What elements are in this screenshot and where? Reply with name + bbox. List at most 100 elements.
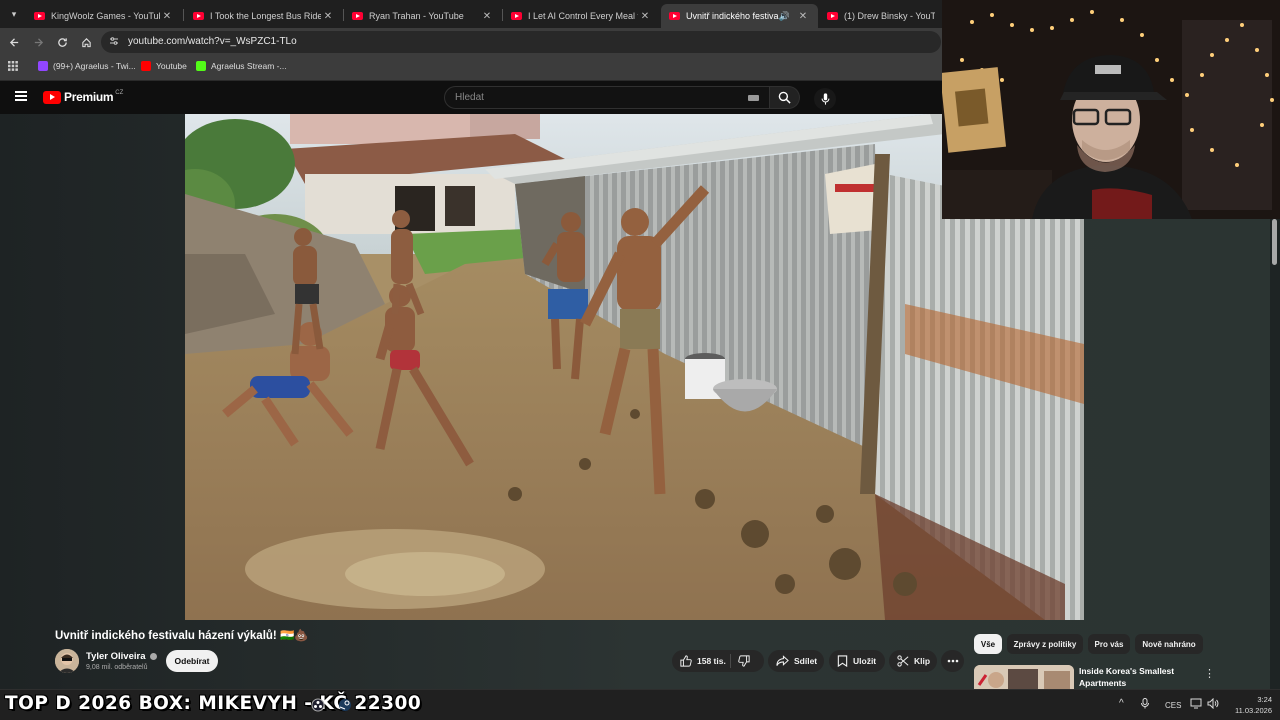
voice-search-button[interactable]: [814, 88, 836, 110]
bookmark-label: (99+) Agraelus - Twi...: [53, 61, 136, 71]
more-horizontal-icon: [947, 659, 958, 663]
tray-chevron-up-icon[interactable]: ^: [1119, 698, 1124, 709]
bookmark-label: Agraelus Stream -...: [211, 61, 287, 71]
tab-title: Uvnitř indického festivalu h...: [686, 11, 779, 21]
clip-button[interactable]: Klip: [889, 650, 937, 672]
logo-wordmark: Premium: [64, 90, 114, 104]
search-icon: [778, 91, 791, 104]
tab-close-icon[interactable]: ✕: [638, 11, 652, 22]
tab-active-video[interactable]: Uvnitř indického festivalu h... 🔊 ✕: [661, 4, 818, 28]
more-actions-button[interactable]: [941, 650, 964, 672]
bookmark-twitch[interactable]: (99+) Agraelus - Twi...: [38, 61, 136, 71]
youtube-header: Premium CZ: [0, 81, 942, 114]
youtube-favicon-icon: [511, 12, 522, 20]
webcam-frame: [942, 0, 1280, 219]
page-scrollbar[interactable]: [1270, 219, 1280, 689]
share-label: Sdílet: [794, 656, 818, 666]
tab-kingwoolz[interactable]: KingWoolz Games - YouTube ✕: [26, 4, 182, 28]
keyboard-icon[interactable]: [748, 95, 759, 101]
clock-date: 11.03.2026: [1235, 706, 1272, 715]
search-button[interactable]: [770, 86, 800, 109]
clock-time: 3:24: [1257, 695, 1272, 704]
volume-icon[interactable]: [1207, 697, 1219, 711]
microphone-tray-icon[interactable]: [1141, 698, 1149, 711]
tab-search-button[interactable]: ▾: [5, 5, 23, 23]
reload-icon[interactable]: [53, 33, 71, 51]
video-title: Uvnitř indického festivalu házení výkalů…: [55, 630, 309, 642]
save-label: Uložit: [853, 656, 877, 666]
chip-recently-uploaded[interactable]: Nově nahráno: [1135, 634, 1203, 654]
logo-region: CZ: [115, 90, 124, 96]
youtube-favicon-icon: [352, 12, 363, 20]
recommendation-menu-icon[interactable]: ⋮: [1204, 667, 1215, 680]
like-button[interactable]: 158 tis.: [680, 655, 726, 667]
forward-arrow-icon[interactable]: [29, 33, 47, 51]
recommendation-thumbnail[interactable]: [974, 665, 1074, 689]
hamburger-menu-icon[interactable]: [15, 91, 27, 101]
steam-icon: [339, 699, 351, 711]
bookmark-icon: [837, 655, 848, 667]
streamer-webcam: [942, 0, 1280, 219]
thumbs-up-icon: [680, 655, 692, 667]
site-info-icon[interactable]: [109, 36, 119, 49]
youtube-icon: [141, 61, 151, 71]
tab-close-icon[interactable]: ✕: [321, 11, 335, 22]
channel-name-text: Tyler Oliveira: [86, 651, 146, 662]
clip-label: Klip: [914, 656, 931, 666]
tab-title: I Took the Longest Bus Ride in ...: [210, 11, 321, 21]
scissors-icon: [897, 655, 909, 667]
bookmark-kick[interactable]: Agraelus Stream -...: [196, 61, 287, 71]
kick-icon: [196, 61, 206, 71]
tab-title: I Let AI Control Every Meal for 2...: [528, 11, 638, 21]
like-divider: [729, 654, 731, 668]
tab-close-icon[interactable]: ✕: [160, 11, 174, 22]
share-button[interactable]: Sdílet: [768, 650, 824, 672]
tab-ryan-trahan[interactable]: Ryan Trahan - YouTube ✕: [344, 4, 502, 28]
save-button[interactable]: Uložit: [829, 650, 885, 672]
bookmark-youtube[interactable]: Youtube: [141, 61, 187, 71]
dislike-button[interactable]: [738, 655, 750, 667]
channel-avatar[interactable]: [55, 649, 79, 673]
taskbar-app-steam[interactable]: [338, 698, 352, 717]
keyboard-language[interactable]: CES: [1165, 701, 1181, 710]
tab-ai-meal[interactable]: I Let AI Control Every Meal for 2... ✕: [503, 4, 660, 28]
windows-taskbar: TOP D 2026 BOX: MIKEVYH - KČ 22300 ^ CES…: [0, 689, 1280, 720]
obs-icon: [311, 698, 325, 712]
channel-name[interactable]: Tyler Oliveira: [86, 651, 157, 662]
tab-drew-binsky[interactable]: (1) Drew Binsky - YouTube: [819, 4, 943, 28]
bookmarks-bar: (99+) Agraelus - Twi... Youtube Agraelus…: [0, 55, 942, 81]
youtube-favicon-icon: [827, 12, 838, 20]
search-box[interactable]: [444, 86, 770, 109]
apps-grid-icon[interactable]: [8, 61, 18, 71]
thumbs-down-icon: [738, 655, 750, 667]
search-input[interactable]: [445, 87, 725, 108]
chip-for-you[interactable]: Pro vás: [1088, 634, 1130, 654]
tab-close-icon[interactable]: ✕: [480, 11, 494, 22]
youtube-logo-icon: [43, 90, 61, 104]
network-icon[interactable]: [1190, 698, 1202, 711]
youtube-favicon-icon: [669, 12, 680, 20]
like-dislike-group: 158 tis.: [672, 650, 764, 672]
system-clock[interactable]: 3:24 11.03.2026: [1228, 694, 1272, 716]
like-count: 158 tis.: [697, 656, 726, 666]
scrollbar-thumb[interactable]: [1272, 219, 1277, 265]
tab-close-icon[interactable]: ✕: [796, 11, 810, 22]
chip-politics[interactable]: Zprávy z politiky: [1007, 634, 1083, 654]
youtube-premium-logo[interactable]: Premium CZ: [43, 90, 123, 104]
subscribe-button[interactable]: Odebírat: [166, 650, 218, 672]
back-arrow-icon[interactable]: [5, 33, 23, 51]
home-icon[interactable]: [77, 33, 95, 51]
chip-all[interactable]: Vše: [974, 634, 1002, 654]
url-text: youtube.com/watch?v=_WsPZC1-TLo: [128, 36, 297, 47]
recommendation-title[interactable]: Inside Korea's Smallest Apartments: [1079, 665, 1199, 689]
youtube-favicon-icon: [34, 12, 45, 20]
tab-title: (1) Drew Binsky - YouTube: [844, 11, 935, 21]
subscriber-count: 9,08 mil. odběratelů: [86, 664, 148, 671]
tab-title: Ryan Trahan - YouTube: [369, 11, 464, 21]
address-bar[interactable]: youtube.com/watch?v=_WsPZC1-TLo: [101, 31, 941, 53]
speaker-icon[interactable]: 🔊: [779, 11, 790, 22]
tab-longest-bus-ride[interactable]: I Took the Longest Bus Ride in ... ✕: [185, 4, 343, 28]
bookmark-label: Youtube: [156, 61, 187, 71]
taskbar-app-obs[interactable]: [311, 698, 325, 717]
twitch-icon: [38, 61, 48, 71]
